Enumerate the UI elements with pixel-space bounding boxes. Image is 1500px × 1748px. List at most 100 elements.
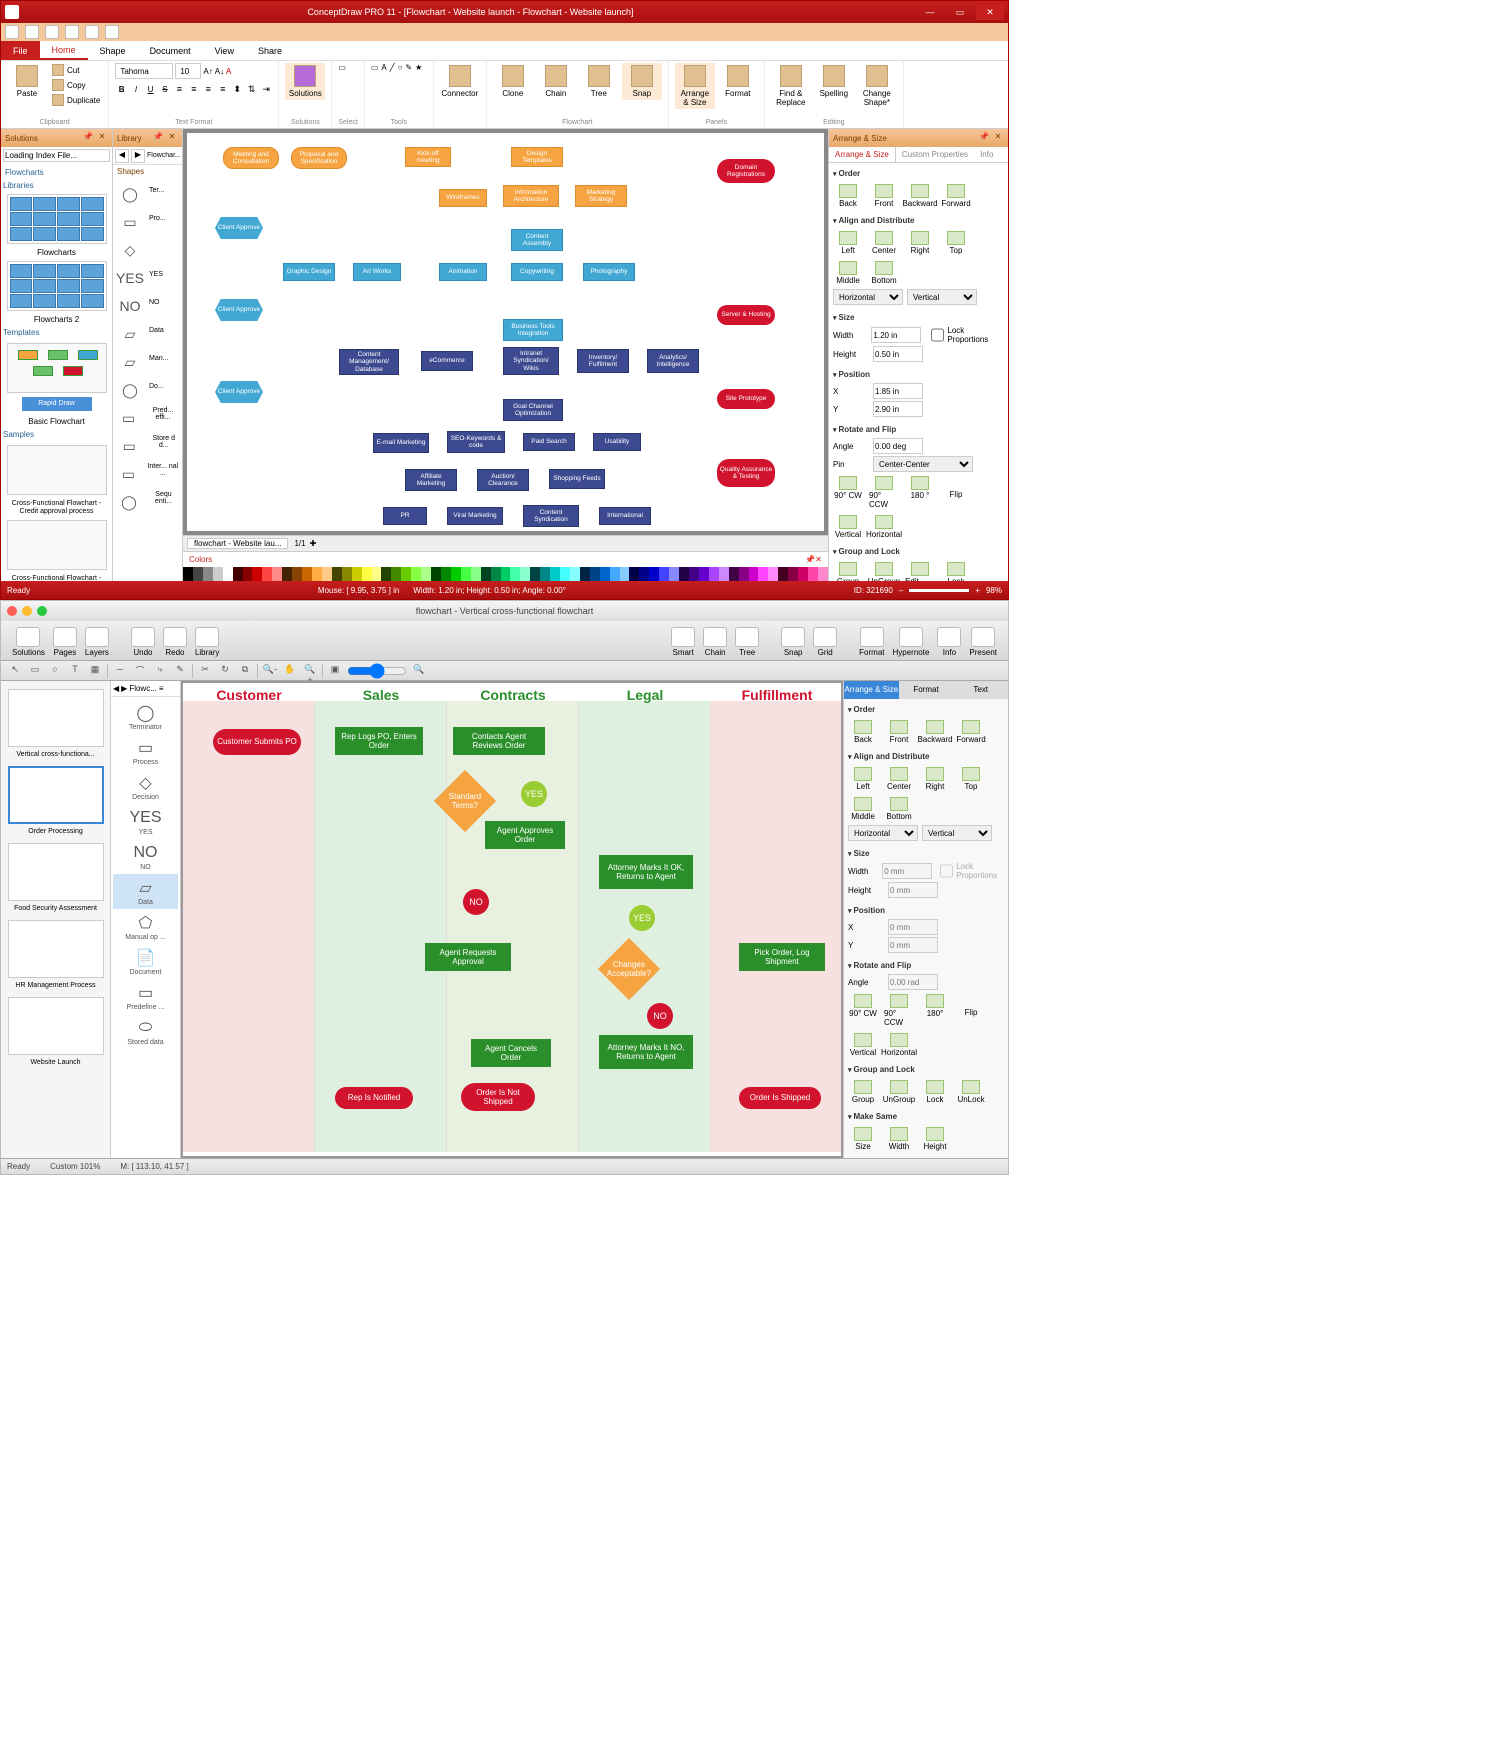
flowchart-node[interactable]: Intranet Syndication/ Wikis	[503, 347, 559, 375]
order-backward-button[interactable]: Backward	[905, 184, 935, 208]
align-right-button[interactable]: Right	[905, 231, 935, 255]
sec-rotate[interactable]: Rotate and Flip	[848, 959, 1004, 972]
order-forward-button[interactable]: Forward	[941, 184, 971, 208]
color-swatch[interactable]	[243, 567, 253, 581]
color-swatch[interactable]	[381, 567, 391, 581]
flowchart-node[interactable]: Information Architecture	[503, 185, 559, 207]
color-swatch[interactable]	[332, 567, 342, 581]
color-swatch[interactable]	[510, 567, 520, 581]
color-swatch[interactable]	[501, 567, 511, 581]
same-width-button[interactable]: Width	[884, 1127, 914, 1151]
clone-button[interactable]: Clone	[493, 63, 533, 100]
sec-align[interactable]: Align and Distribute	[848, 750, 1004, 763]
close-button[interactable]: ✕	[976, 4, 1004, 20]
color-swatch[interactable]	[570, 567, 580, 581]
add-page-icon[interactable]: ✚	[310, 539, 317, 548]
nav-fwd-icon[interactable]: ▶	[121, 684, 127, 693]
same-size-button[interactable]: Size	[848, 1127, 878, 1151]
flowchart-node[interactable]: Client Approve	[215, 381, 263, 403]
color-swatch[interactable]	[600, 567, 610, 581]
color-swatch[interactable]	[649, 567, 659, 581]
shape-item[interactable]: ⬭Stored data	[113, 1014, 178, 1049]
valign-icon[interactable]: ⬍	[231, 81, 243, 97]
shape-item[interactable]: ◯Terminator	[113, 699, 178, 734]
rtab-format[interactable]: Format	[899, 681, 954, 699]
align-bottom-button[interactable]: Bottom	[884, 797, 914, 821]
nav-back-icon[interactable]: ◀	[115, 149, 129, 163]
color-swatch[interactable]	[411, 567, 421, 581]
flowchart-node[interactable]: Content Management/ Database	[339, 349, 399, 375]
color-swatch[interactable]	[610, 567, 620, 581]
lock-button[interactable]: Lock	[941, 562, 971, 581]
color-swatch[interactable]	[550, 567, 560, 581]
shape-item[interactable]: ▭Inter... nal ...	[115, 460, 180, 488]
sec-rotate[interactable]: Rotate and Flip	[833, 423, 1004, 436]
shape-item[interactable]: 📄Document	[113, 944, 178, 979]
flowchart-node[interactable]: Inventory/ Fulfilment	[577, 349, 629, 373]
pages-button[interactable]: Pages	[50, 626, 80, 658]
flowchart-node[interactable]: Wireframes	[439, 189, 487, 207]
color-swatch[interactable]	[322, 567, 332, 581]
shape-item[interactable]: ◯Sequ enti...	[115, 488, 180, 516]
flowchart-node[interactable]: Content Syndication	[523, 505, 579, 527]
close-panel-icon[interactable]: ✕	[96, 132, 108, 144]
hypernote-button[interactable]: Hypernote	[890, 626, 933, 658]
smart-button[interactable]: Smart	[668, 626, 698, 658]
flowchart-node[interactable]: Domain Registrations	[717, 159, 775, 183]
rotate-180-button[interactable]: 180 °	[905, 476, 935, 509]
y-input[interactable]	[873, 401, 923, 417]
connector-tool-icon[interactable]: ⤷	[152, 664, 168, 678]
line-tool-icon[interactable]: ╱	[390, 63, 395, 72]
zoom-slider[interactable]	[909, 589, 969, 592]
align-right-icon[interactable]: ≡	[202, 81, 214, 97]
edit-group-button[interactable]: Edit Group	[905, 562, 935, 581]
rtab-custom[interactable]: Custom Properties	[896, 147, 974, 162]
angle-input[interactable]	[888, 974, 938, 990]
library-button[interactable]: Library	[192, 626, 222, 658]
color-swatch[interactable]	[183, 567, 193, 581]
color-swatch[interactable]	[451, 567, 461, 581]
solution-thumb[interactable]	[8, 689, 104, 747]
strike-icon[interactable]: S	[159, 81, 171, 97]
lock-proportions-checkbox[interactable]	[940, 863, 953, 879]
flowchart-node[interactable]: Agent Cancels Order	[471, 1039, 551, 1067]
flowchart-node[interactable]: Contacts Agent Reviews Order	[453, 727, 545, 755]
connector-button[interactable]: Connector	[440, 63, 480, 100]
order-forward-button[interactable]: Forward	[956, 720, 986, 744]
shape-item[interactable]: ▱Man...	[115, 348, 180, 376]
color-swatch[interactable]	[590, 567, 600, 581]
align-middle-button[interactable]: Middle	[833, 261, 863, 285]
arrange-button[interactable]: Arrange & Size	[675, 63, 715, 109]
shape-item[interactable]: ▭Process	[113, 734, 178, 769]
flowchart-node[interactable]: Design Templates	[511, 147, 563, 167]
flip-h-button[interactable]: Horizontal	[884, 1033, 914, 1057]
duplicate-button[interactable]: Duplicate	[50, 93, 102, 107]
rotate-tool-icon[interactable]: ↻	[217, 664, 233, 678]
find-button[interactable]: Find & Replace	[771, 63, 811, 109]
library-thumb-flowcharts2[interactable]	[7, 261, 107, 311]
color-swatch[interactable]	[362, 567, 372, 581]
color-swatch[interactable]	[669, 567, 679, 581]
tree-button[interactable]: Tree	[579, 63, 619, 100]
same-height-button[interactable]: Height	[920, 1127, 950, 1151]
pin-select[interactable]: Center-Center	[873, 456, 973, 472]
flowchart-node[interactable]: Goal Channel Optimization	[503, 399, 563, 421]
sec-order[interactable]: Order	[833, 167, 1004, 180]
doc-tab[interactable]: flowchart - Website lau...	[187, 538, 288, 549]
shape-item[interactable]: YESYES	[115, 264, 180, 292]
color-swatch[interactable]	[213, 567, 223, 581]
shape-item[interactable]: NONO	[113, 839, 178, 874]
sec-same[interactable]: Make Same	[848, 1110, 1004, 1123]
pen-tool-icon[interactable]: ✎	[405, 63, 412, 72]
color-swatch[interactable]	[739, 567, 749, 581]
pin-icon[interactable]: 📌	[805, 555, 815, 564]
crop-tool-icon[interactable]: ⧉	[237, 664, 253, 678]
rotate-180-button[interactable]: 180°	[920, 994, 950, 1027]
close-panel-icon[interactable]: ✕	[815, 555, 822, 564]
color-swatch[interactable]	[719, 567, 729, 581]
unlock-button[interactable]: UnLock	[956, 1080, 986, 1104]
color-swatch[interactable]	[768, 567, 778, 581]
color-swatch[interactable]	[808, 567, 818, 581]
align-middle-button[interactable]: Middle	[848, 797, 878, 821]
solutions-button[interactable]: Solutions	[9, 626, 48, 658]
